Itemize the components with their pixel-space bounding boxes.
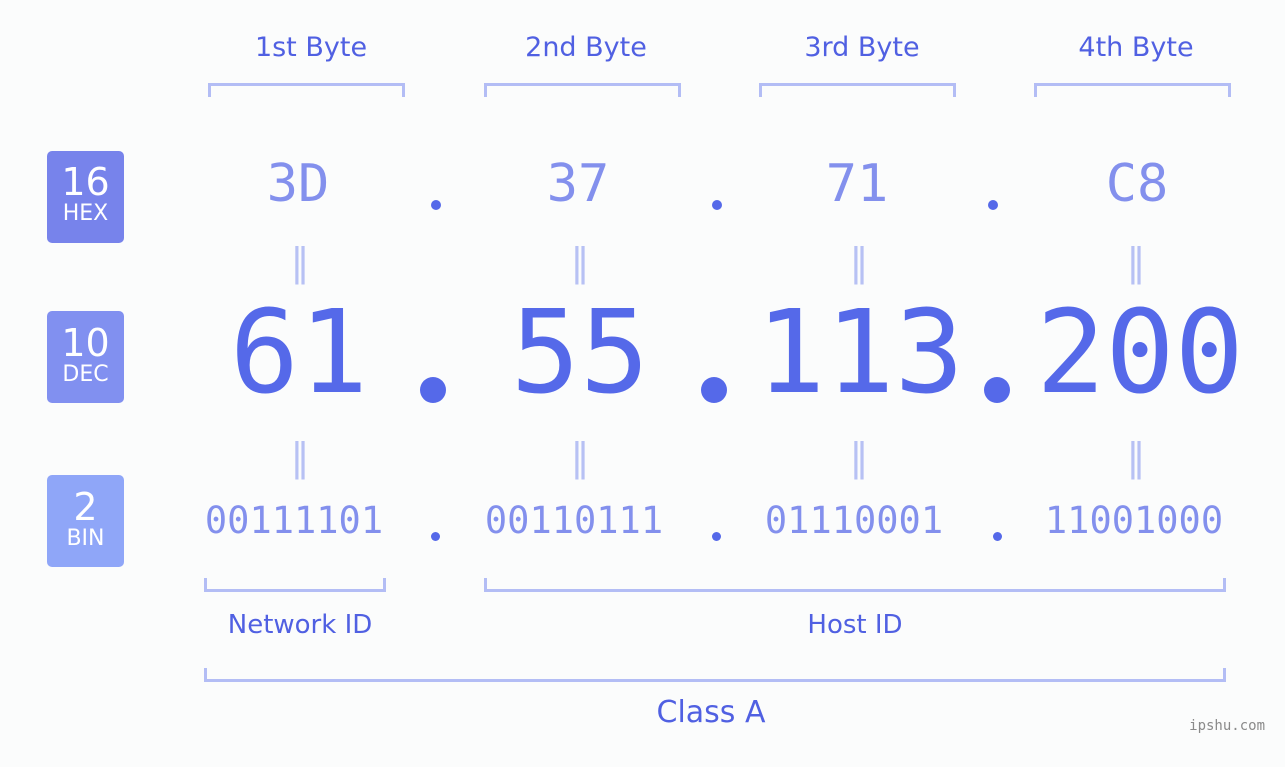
- dec-badge: 10 DEC: [47, 311, 124, 403]
- hex-separator-2: [712, 200, 722, 210]
- bin-separator-1: [431, 532, 440, 541]
- class-bracket: [204, 668, 1226, 682]
- bin-badge-label: BIN: [66, 526, 105, 551]
- equals-icon: ‖: [1126, 435, 1146, 479]
- dec-separator-1: [420, 377, 446, 403]
- hex-value-2: 37: [546, 154, 610, 214]
- bin-value-3: 01110001: [764, 499, 944, 542]
- class-label: Class A: [656, 695, 766, 730]
- dec-badge-number: 10: [61, 321, 110, 365]
- equals-icon: ‖: [849, 240, 869, 284]
- hex-separator-1: [431, 200, 441, 210]
- bin-value-4: 11001000: [1044, 499, 1224, 542]
- equals-icon: ‖: [290, 240, 310, 284]
- dec-separator-2: [701, 377, 727, 403]
- host-id-bracket: [484, 578, 1226, 592]
- byte-label-4: 4th Byte: [1078, 32, 1194, 63]
- dec-value-2: 55: [510, 286, 650, 420]
- byte-bracket-4: [1034, 83, 1231, 97]
- byte-label-2: 2nd Byte: [525, 32, 647, 63]
- dec-value-3: 113: [756, 286, 964, 420]
- equals-icon: ‖: [849, 435, 869, 479]
- bin-value-1: 00111101: [204, 499, 384, 542]
- bin-badge-number: 2: [73, 485, 98, 529]
- hex-value-4: C8: [1105, 154, 1169, 214]
- byte-label-3: 3rd Byte: [804, 32, 920, 63]
- byte-label-1: 1st Byte: [254, 32, 368, 63]
- network-id-bracket: [204, 578, 386, 592]
- dec-value-1: 61: [229, 286, 369, 420]
- bin-value-2: 00110111: [484, 499, 664, 542]
- bin-separator-2: [712, 532, 721, 541]
- byte-bracket-3: [759, 83, 956, 97]
- dec-separator-3: [984, 377, 1010, 403]
- dec-value-4: 200: [1036, 286, 1244, 420]
- host-id-label: Host ID: [807, 610, 903, 640]
- byte-bracket-2: [484, 83, 681, 97]
- equals-icon: ‖: [570, 435, 590, 479]
- hex-badge-label: HEX: [62, 201, 109, 226]
- equals-icon: ‖: [570, 240, 590, 284]
- bin-badge: 2 BIN: [47, 475, 124, 567]
- hex-value-3: 71: [825, 154, 889, 214]
- hex-value-1: 3D: [266, 154, 330, 214]
- network-id-label: Network ID: [227, 610, 373, 640]
- dec-badge-label: DEC: [62, 362, 109, 387]
- watermark: ipshu.com: [1189, 718, 1265, 734]
- hex-badge-number: 16: [61, 160, 110, 204]
- hex-badge: 16 HEX: [47, 151, 124, 243]
- byte-bracket-1: [208, 83, 405, 97]
- bin-separator-3: [993, 532, 1002, 541]
- equals-icon: ‖: [1126, 240, 1146, 284]
- equals-icon: ‖: [290, 435, 310, 479]
- hex-separator-3: [988, 200, 998, 210]
